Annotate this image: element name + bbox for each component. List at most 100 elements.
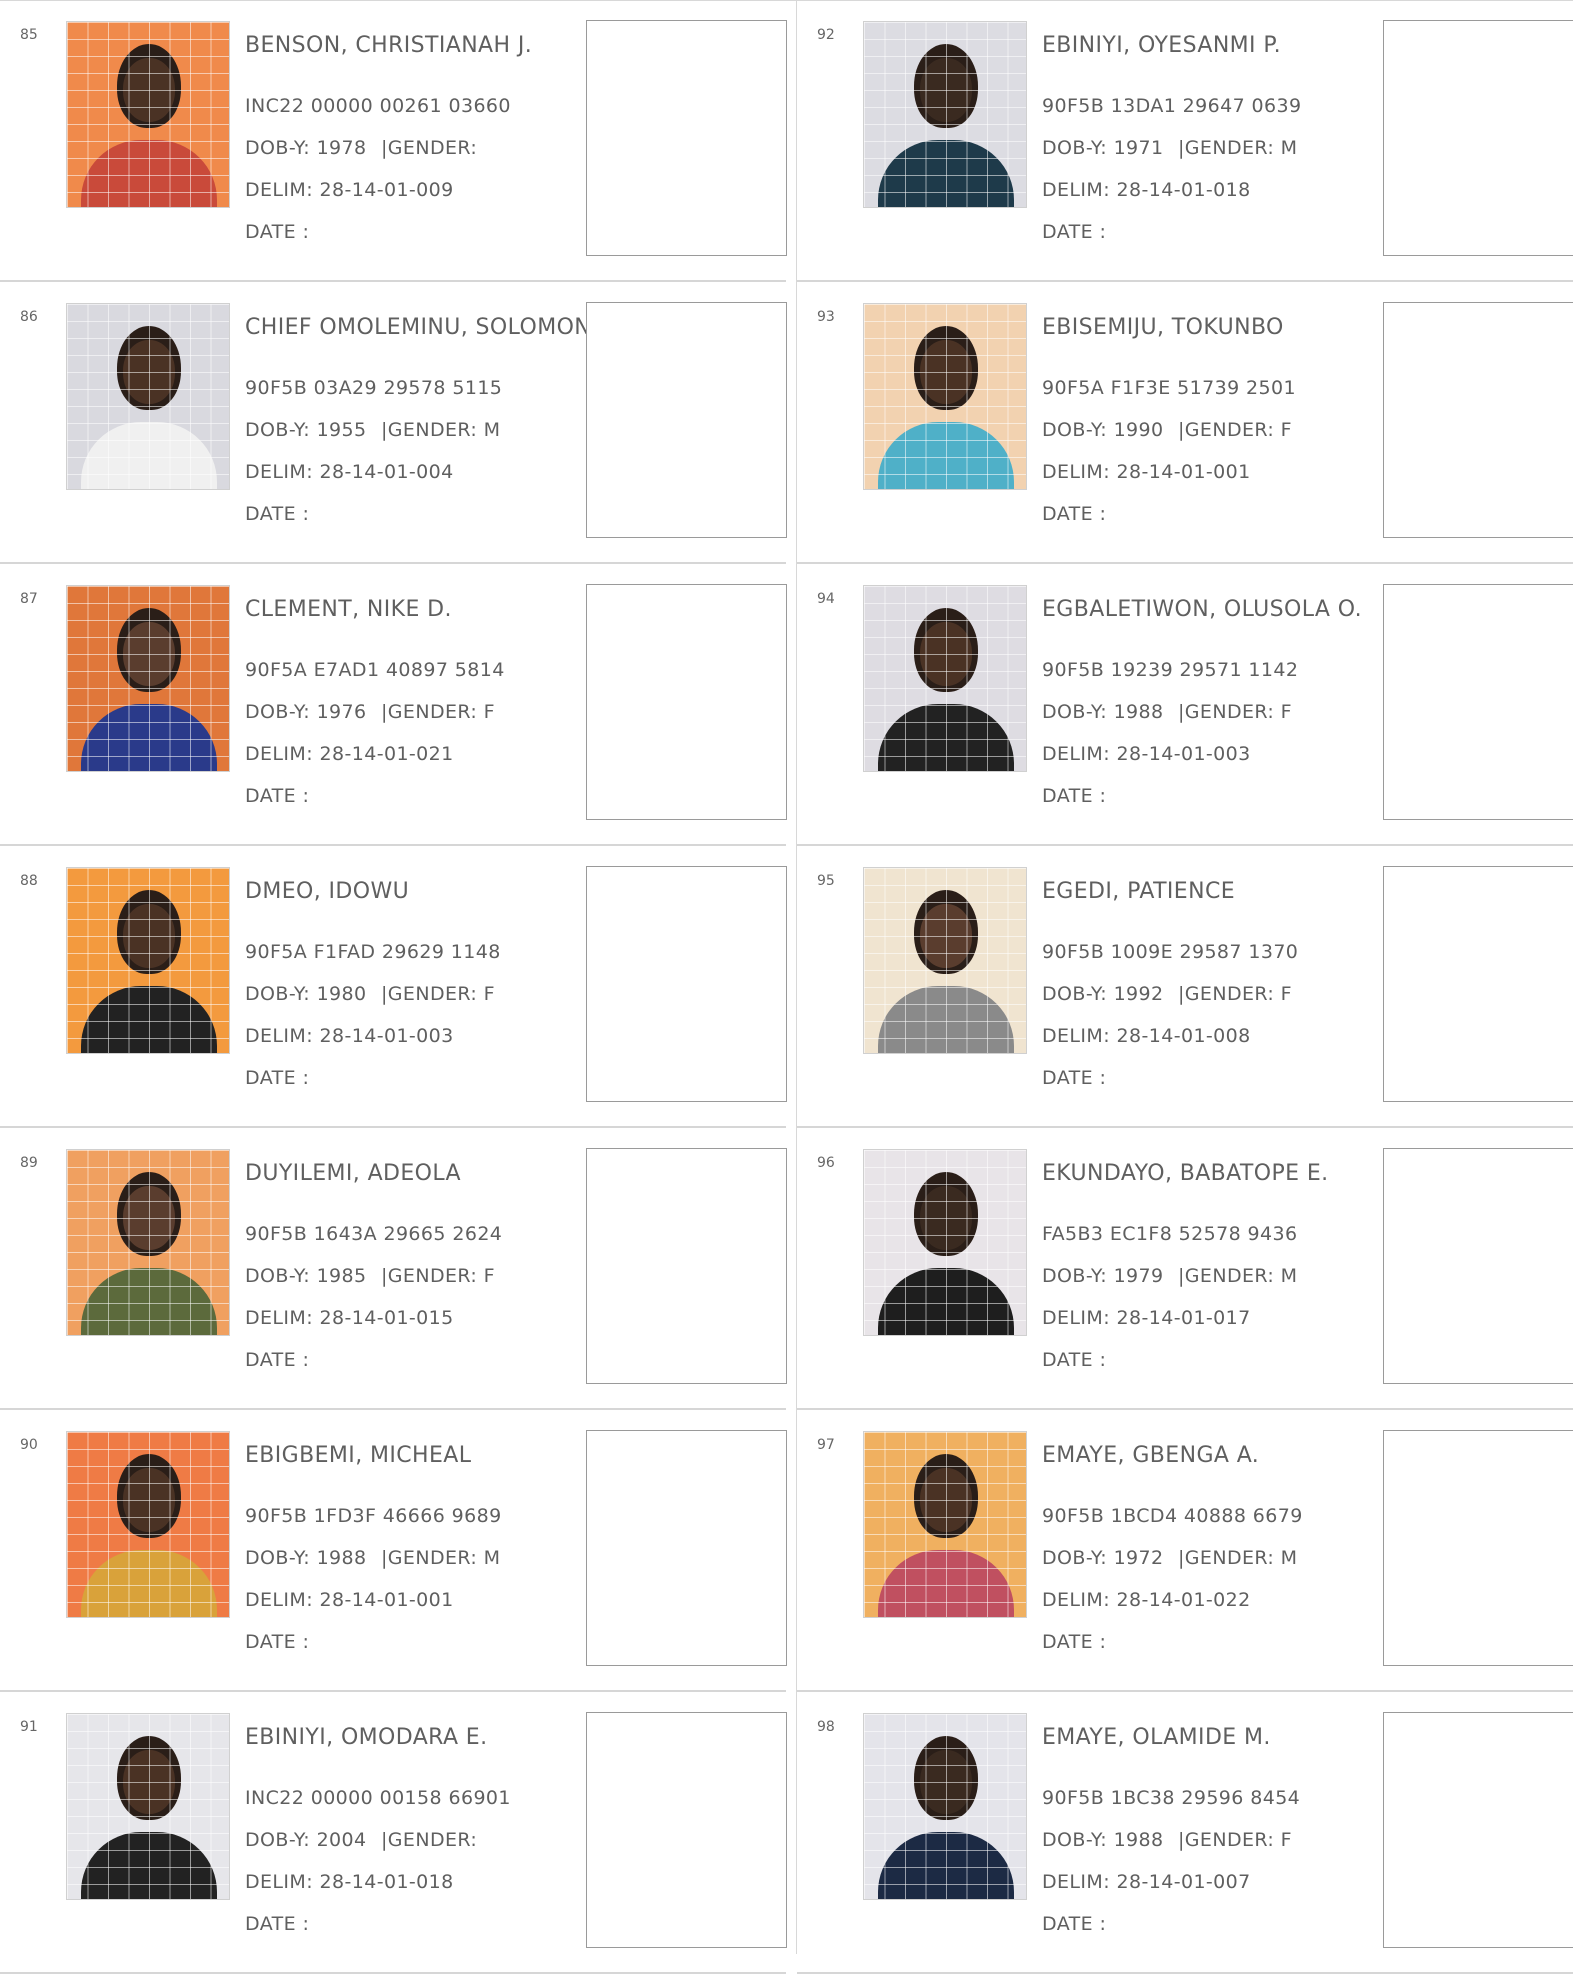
delim-label: DELIM: [245,1589,314,1611]
signature-box[interactable] [586,1148,787,1384]
date-label: DATE : [1042,1631,1107,1653]
dob-label: DOB-Y: [245,1265,311,1287]
date-label: DATE : [245,785,310,807]
photo-grid-overlay [864,22,1026,207]
gender-label: GENDER: [1184,983,1275,1005]
dob-label: DOB-Y: [1042,1547,1108,1569]
gender-value: F [1280,701,1292,723]
gender-label: GENDER: [387,983,478,1005]
separator: | [1177,419,1185,441]
signature-box[interactable] [586,584,787,820]
dob-value: 1992 [1113,983,1164,1005]
gender-label: GENDER: [1184,701,1275,723]
photo-grid-overlay [864,304,1026,489]
separator: | [380,983,388,1005]
photo-grid-overlay [67,1714,229,1899]
entry-number: 97 [817,1437,835,1453]
photo-grid-overlay [67,1150,229,1335]
dob-label: DOB-Y: [1042,983,1108,1005]
photo-grid-overlay [67,1432,229,1617]
dob-value: 2004 [316,1829,367,1851]
date-label: DATE : [245,1913,310,1935]
gender-value: F [483,701,495,723]
register-entry: 96 EKUNDAYO, BABATOPE E. FA5B3 EC1F8 525… [797,1128,1573,1410]
signature-box[interactable] [586,1430,787,1666]
delim-value: 28-14-01-001 [1116,461,1251,483]
dob-label: DOB-Y: [245,419,311,441]
passport-photo [66,867,230,1054]
photo-grid-overlay [864,586,1026,771]
passport-photo [863,585,1027,772]
delim-label: DELIM: [1042,179,1111,201]
passport-photo [66,1431,230,1618]
signature-box[interactable] [1383,1712,1573,1948]
register-entry: 89 DUYILEMI, ADEOLA 90F5B 1643A 29665 26… [0,1128,787,1410]
gender-label: GENDER: [387,419,478,441]
dob-label: DOB-Y: [1042,701,1108,723]
dob-value: 1972 [1113,1547,1164,1569]
signature-box[interactable] [1383,866,1573,1102]
separator: | [380,1547,388,1569]
signature-box[interactable] [1383,302,1573,538]
signature-box[interactable] [586,1712,787,1948]
gender-value: M [483,1547,501,1569]
separator: | [1177,137,1185,159]
delim-value: 28-14-01-001 [319,1589,454,1611]
dob-value: 1980 [316,983,367,1005]
passport-photo [66,21,230,208]
signature-box[interactable] [1383,20,1573,256]
delim-label: DELIM: [1042,743,1111,765]
dob-value: 1990 [1113,419,1164,441]
separator: | [380,1829,388,1851]
gender-value: F [483,1265,495,1287]
photo-grid-overlay [864,868,1026,1053]
signature-box[interactable] [1383,1430,1573,1666]
date-label: DATE : [1042,1913,1107,1935]
date-label: DATE : [245,1631,310,1653]
date-label: DATE : [1042,785,1107,807]
signature-box[interactable] [586,302,787,538]
register-entry: 90 EBIGBEMI, MICHEAL 90F5B 1FD3F 46666 9… [0,1410,787,1692]
delim-value: 28-14-01-021 [319,743,454,765]
passport-photo [66,303,230,490]
entry-number: 94 [817,591,835,607]
delim-value: 28-14-01-008 [1116,1025,1251,1047]
entry-number: 98 [817,1719,835,1735]
delim-value: 28-14-01-009 [319,179,454,201]
date-label: DATE : [1042,1067,1107,1089]
entry-number: 95 [817,873,835,889]
delim-value: 28-14-01-017 [1116,1307,1251,1329]
dob-label: DOB-Y: [1042,1265,1108,1287]
delim-label: DELIM: [1042,1871,1111,1893]
gender-value: F [1280,983,1292,1005]
separator: | [380,701,388,723]
signature-box[interactable] [586,20,787,256]
passport-photo [863,21,1027,208]
separator: | [1177,701,1185,723]
gender-value: F [1280,1829,1292,1851]
delim-value: 28-14-01-007 [1116,1871,1251,1893]
photo-grid-overlay [67,304,229,489]
passport-photo [66,585,230,772]
dob-value: 1979 [1113,1265,1164,1287]
register-entry: 97 EMAYE, GBENGA A. 90F5B 1BCD4 40888 66… [797,1410,1573,1692]
delim-value: 28-14-01-003 [319,1025,454,1047]
gender-value: F [1280,419,1292,441]
passport-photo [66,1149,230,1336]
register-entry: 91 EBINIYI, OMODARA E. INC22 00000 00158… [0,1692,787,1974]
date-label: DATE : [245,1349,310,1371]
date-label: DATE : [1042,221,1107,243]
gender-value: F [483,983,495,1005]
signature-box[interactable] [1383,1148,1573,1384]
signature-box[interactable] [586,866,787,1102]
delim-label: DELIM: [245,179,314,201]
entry-number: 89 [20,1155,38,1171]
signature-box[interactable] [1383,584,1573,820]
dob-value: 1985 [316,1265,367,1287]
dob-value: 1978 [316,137,367,159]
entry-number: 85 [20,27,38,43]
delim-value: 28-14-01-018 [1116,179,1251,201]
passport-photo [863,303,1027,490]
separator: | [380,419,388,441]
dob-label: DOB-Y: [245,137,311,159]
